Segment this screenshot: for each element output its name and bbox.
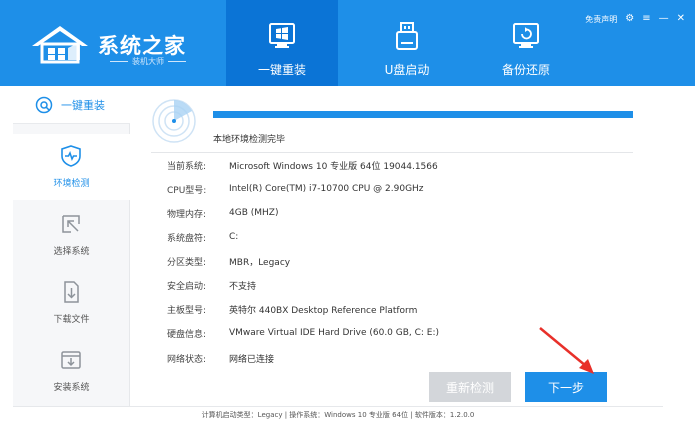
window-controls: 免责声明 ⚙ ≡ — ✕	[585, 12, 685, 26]
sidebar-item-label: 选择系统	[53, 247, 90, 257]
info-row-current-system: 当前系统: Microsoft Windows 10 专业版 64位 19044…	[167, 158, 438, 172]
header-bar: 系统之家 装机大师 一键重装 U盘启动 备份还原 免责声明 ⚙ ≡ — ✕	[0, 0, 695, 86]
info-value: 英特尔 440BX Desktop Reference Platform	[229, 305, 418, 316]
sidebar-item-label: 下载文件	[53, 315, 90, 325]
info-key: CPU型号:	[167, 185, 207, 196]
logo-subtitle: 装机大师	[98, 56, 198, 67]
house-logo-icon	[32, 26, 88, 64]
info-row-disk: 硬盘信息: VMware Virtual IDE Hard Drive (60.…	[167, 326, 439, 340]
tab-one-click-reinstall[interactable]: 一键重装	[226, 0, 338, 86]
close-icon[interactable]: ✕	[677, 13, 685, 25]
tab-label: U盘启动	[384, 63, 430, 77]
tab-label: 一键重装	[257, 63, 306, 77]
info-row-cpu: CPU型号: Intel(R) Core(TM) i7-10700 CPU @ …	[167, 182, 424, 196]
info-key: 安全启动:	[167, 281, 207, 292]
reinstall-search-icon	[35, 96, 53, 113]
radar-scan-icon	[152, 99, 196, 143]
info-key: 系统盘符:	[167, 233, 207, 244]
disclaimer-link[interactable]: 免责声明	[585, 14, 617, 25]
sidebar-item-label: 安装系统	[53, 383, 90, 393]
minimize-icon[interactable]: —	[659, 13, 669, 25]
info-value: 不支持	[229, 281, 257, 292]
info-value: 网络已连接	[229, 354, 275, 365]
info-row-memory: 物理内存: 4GB (MHZ)	[167, 206, 278, 220]
footer-status: 计算机启动类型：Legacy | 操作系统：Windows 10 专业版 64位…	[13, 406, 663, 422]
tab-usb-boot[interactable]: U盘启动	[351, 0, 463, 86]
progress-fill	[213, 111, 633, 118]
cursor-select-icon	[62, 215, 80, 233]
install-box-icon	[61, 351, 81, 369]
usb-drive-icon	[396, 22, 418, 50]
sidebar-item-env-check[interactable]: 环境检测	[13, 134, 130, 200]
info-key: 硬盘信息:	[167, 329, 207, 340]
detection-progress-bar	[213, 111, 633, 118]
sidebar-item-one-click-reinstall[interactable]: 一键重装	[13, 86, 130, 124]
info-key: 分区类型:	[167, 257, 207, 268]
tab-backup-restore[interactable]: 备份还原	[470, 0, 582, 86]
installer-window: 系统之家 装机大师 一键重装 U盘启动 备份还原 免责声明 ⚙ ≡ — ✕ 一键…	[0, 0, 695, 428]
info-row-network: 网络状态: 网络已连接	[167, 351, 274, 365]
sidebar-top-label: 一键重装	[61, 98, 105, 112]
info-key: 网络状态:	[167, 354, 207, 365]
download-file-icon	[64, 281, 79, 303]
settings-icon[interactable]: ⚙	[625, 13, 634, 25]
info-row-system-drive: 系统盘符: C:	[167, 230, 238, 244]
windows-monitor-icon	[269, 23, 295, 48]
info-row-secure-boot: 安全启动: 不支持	[167, 278, 256, 292]
backup-restore-icon	[513, 23, 539, 48]
info-value: C:	[229, 232, 239, 242]
tab-label: 备份还原	[501, 63, 550, 77]
info-value: MBR，Legacy	[229, 257, 291, 268]
info-value: Microsoft Windows 10 专业版 64位 19044.1566	[229, 161, 438, 172]
info-row-motherboard: 主板型号: 英特尔 440BX Desktop Reference Platfo…	[167, 302, 417, 316]
annotation-arrow	[539, 327, 594, 374]
info-key: 主板型号:	[167, 305, 207, 316]
info-key: 当前系统:	[167, 161, 207, 172]
recheck-button[interactable]: 重新检测	[429, 372, 511, 402]
app-logo: 系统之家 装机大师	[28, 22, 198, 68]
sidebar: 一键重装 环境检测 选择系统 下载文件 安装系统	[13, 86, 130, 406]
info-value: 4GB (MHZ)	[229, 208, 279, 218]
sidebar-item-label: 环境检测	[53, 179, 90, 189]
info-key: 物理内存:	[167, 209, 207, 220]
sidebar-item-select-system[interactable]: 选择系统	[13, 202, 130, 268]
info-value: VMware Virtual IDE Hard Drive (60.0 GB, …	[229, 328, 440, 338]
info-value: Intel(R) Core(TM) i7-10700 CPU @ 2.90GHz	[229, 184, 424, 194]
sidebar-item-install-system[interactable]: 安装系统	[13, 338, 130, 404]
menu-icon[interactable]: ≡	[642, 13, 650, 25]
divider	[151, 152, 633, 153]
info-row-partition-type: 分区类型: MBR，Legacy	[167, 254, 290, 268]
sidebar-item-download-files[interactable]: 下载文件	[13, 270, 130, 336]
shield-pulse-icon	[61, 145, 81, 167]
detection-status-text: 本地环境检测完毕	[213, 135, 286, 145]
